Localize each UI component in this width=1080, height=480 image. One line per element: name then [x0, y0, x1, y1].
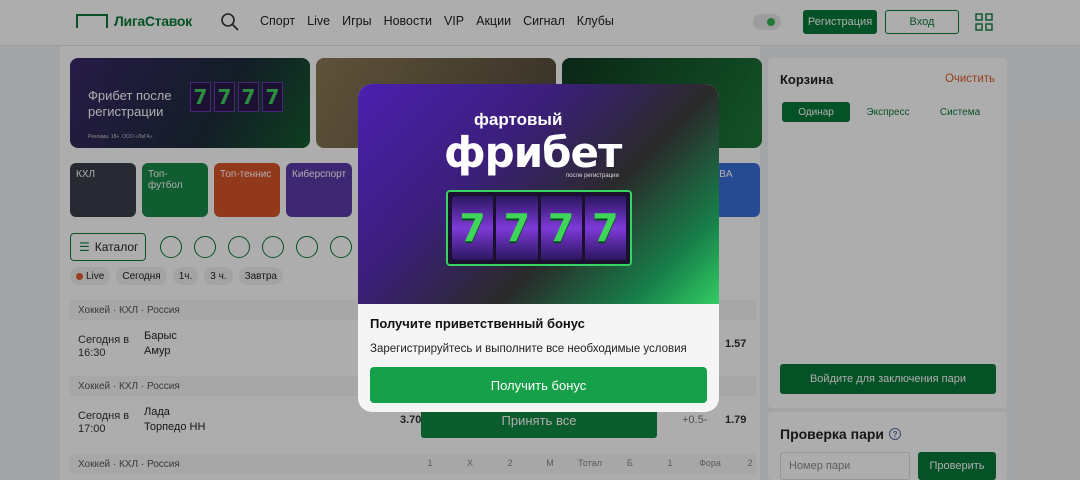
slot-machine: 7 7 7 7	[446, 190, 632, 266]
modal-subtitle: фартовый	[474, 110, 563, 129]
modal-small-text: после регистрации	[566, 173, 619, 179]
slot-reel: 7	[496, 196, 538, 260]
slot-reel: 7	[540, 196, 582, 260]
modal-heading: Получите приветственный бонус	[370, 316, 585, 331]
bonus-modal: фартовый фрибет после регистрации 7 7 7 …	[358, 84, 719, 412]
slot-reel: 7	[452, 196, 494, 260]
get-bonus-button[interactable]: Получить бонус	[370, 367, 707, 403]
slot-reel: 7	[584, 196, 626, 260]
modal-text: Зарегистрируйтесь и выполните все необхо…	[370, 343, 687, 355]
modal-hero: фартовый фрибет после регистрации 7 7 7 …	[358, 84, 719, 304]
modal-title: фрибет	[444, 128, 622, 177]
